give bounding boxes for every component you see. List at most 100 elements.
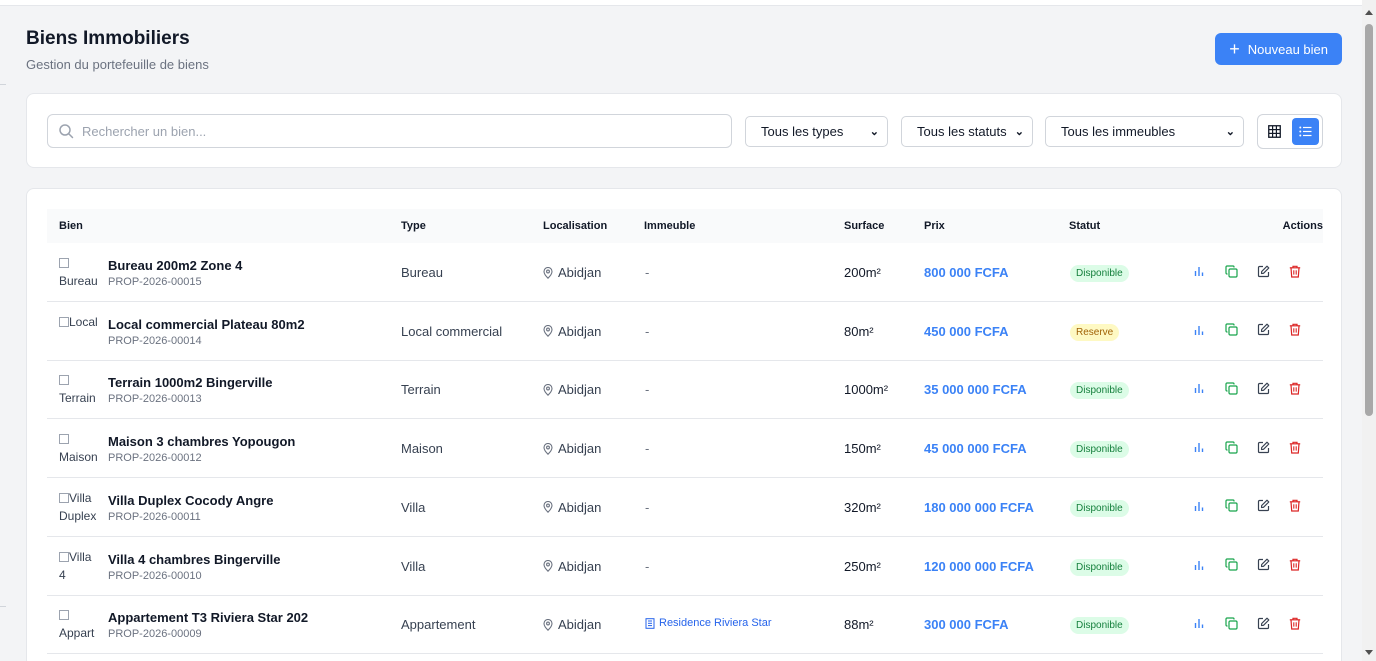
column-header-statut[interactable]: Statut [1069,220,1100,232]
stats-button[interactable] [1191,615,1207,631]
property-price: 450 000 FCFA [924,323,1009,339]
grid-view-button[interactable] [1261,118,1288,145]
property-name[interactable]: Villa Duplex Cocody Angre [108,493,273,508]
status-filter-select[interactable]: Tous les statuts ⌄ [901,116,1033,147]
column-header-type[interactable]: Type [401,220,426,232]
table-row[interactable]: Local Local commercial Plateau 80m2 PROP-2… [47,302,1323,361]
stats-button[interactable] [1191,380,1207,396]
column-header-prix[interactable]: Prix [924,220,945,232]
property-ref: PROP-2026-00011 [108,510,201,523]
property-building-link[interactable]: Residence Riviera Star [645,617,772,629]
edit-button[interactable] [1255,557,1271,573]
building-filter-value: Tous les immeubles [1061,124,1176,139]
property-thumbnail: Local [59,313,99,349]
duplicate-button[interactable] [1223,498,1239,514]
property-name[interactable]: Villa 4 chambres Bingerville [108,552,280,567]
edit-button[interactable] [1255,322,1271,338]
stats-button[interactable] [1191,557,1207,573]
delete-icon [1289,499,1301,512]
property-price: 800 000 FCFA [924,265,1009,280]
delete-button[interactable] [1287,615,1303,631]
properties-table-card: Bien Type Localisation Immeuble Surface … [26,188,1342,661]
property-name[interactable]: Appartement T3 Riviera Star 202 [108,610,308,625]
scroll-up-arrow-icon[interactable] [1365,10,1373,15]
duplicate-icon [1224,323,1238,336]
property-surface: 80m² [844,323,874,339]
stats-icon [1194,619,1204,629]
delete-button[interactable] [1287,439,1303,455]
stats-button[interactable] [1191,439,1207,455]
delete-icon [1289,382,1301,395]
page-scrollbar[interactable] [1362,0,1376,661]
duplicate-button[interactable] [1223,439,1239,455]
thumbnail-alt-text: Terrain [59,391,96,406]
property-location: Abidjan [543,441,601,456]
duplicate-button[interactable] [1223,615,1239,631]
delete-button[interactable] [1287,322,1303,338]
property-ref: PROP-2026-00013 [108,393,202,406]
status-badge: Disponible [1070,617,1129,635]
scroll-down-arrow-icon[interactable] [1365,650,1373,655]
edit-button[interactable] [1255,380,1271,396]
stats-icon [1194,443,1204,453]
duplicate-icon [1224,382,1238,395]
column-header-bien[interactable]: Bien [59,220,83,232]
duplicate-button[interactable] [1223,380,1239,396]
property-surface: 200m² [844,265,881,280]
building-filter-select[interactable]: Tous les immeubles ⌄ [1045,116,1244,147]
table-row[interactable]: Bureau Bureau 200m2 Zone 4 PROP-2026-00015… [47,243,1323,302]
property-building: - [645,382,650,398]
delete-icon [1289,558,1301,571]
table-row[interactable]: Appart Appartement T3 Riviera Star 202 PRO… [47,595,1323,655]
duplicate-button[interactable] [1223,557,1239,573]
scrollbar-thumb[interactable] [1365,24,1373,416]
stats-button[interactable] [1191,498,1207,514]
stats-icon [1194,267,1204,276]
property-thumbnail: Appart [59,606,99,642]
property-name[interactable]: Maison 3 chambres Yopougon [108,434,295,449]
list-view-button[interactable] [1292,118,1319,145]
stats-icon [1194,560,1204,570]
column-header-surface[interactable]: Surface [844,220,884,232]
thumbnail-alt-text: Bureau [59,274,98,288]
property-name[interactable]: Terrain 1000m2 Bingerville [108,375,273,390]
column-header-localisation[interactable]: Localisation [543,220,607,232]
stats-button[interactable] [1191,263,1207,279]
table-row[interactable]: Terrain Terrain 1000m2 Bingerville PROP-20… [47,360,1323,420]
edit-button[interactable] [1255,615,1271,631]
edit-button[interactable] [1255,498,1271,514]
delete-button[interactable] [1287,263,1303,279]
property-price: 180 000 000 FCFA [924,499,1034,515]
delete-icon [1289,323,1301,336]
property-price: 120 000 000 FCFA [924,558,1034,574]
grid-icon [1268,125,1281,138]
broken-image-icon [59,434,69,445]
search-box[interactable] [47,114,732,148]
delete-button[interactable] [1287,498,1303,514]
row-actions [1191,263,1303,279]
new-property-button[interactable]: + Nouveau bien [1215,33,1342,65]
search-input[interactable] [82,123,682,139]
list-icon [1299,126,1312,137]
building-name: Residence Riviera Star [659,617,772,630]
property-name[interactable]: Local commercial Plateau 80m2 [108,317,305,332]
table-row[interactable]: Villa Duplex Villa Duplex Cocody Angre PRO… [47,478,1323,537]
new-property-label: Nouveau bien [1247,41,1328,57]
type-filter-select[interactable]: Tous les types ⌄ [745,116,888,147]
column-header-immeuble[interactable]: Immeuble [644,220,695,232]
stats-button[interactable] [1191,322,1207,338]
table-row[interactable]: Maison Maison 3 chambres Yopougon PROP-202… [47,419,1323,479]
property-surface: 250m² [844,558,881,574]
duplicate-button[interactable] [1223,322,1239,338]
edit-button[interactable] [1255,263,1271,279]
duplicate-button[interactable] [1223,263,1239,279]
table-header: Bien Type Localisation Immeuble Surface … [47,209,1323,243]
property-name[interactable]: Bureau 200m2 Zone 4 [108,258,242,273]
delete-button[interactable] [1287,557,1303,573]
row-actions [1191,380,1303,396]
property-building: - [645,441,650,457]
delete-button[interactable] [1287,380,1303,396]
broken-image-icon [59,492,69,503]
edit-button[interactable] [1255,439,1271,455]
table-row[interactable]: Villa 4 Villa 4 chambres Bingerville PROP-… [47,537,1323,596]
